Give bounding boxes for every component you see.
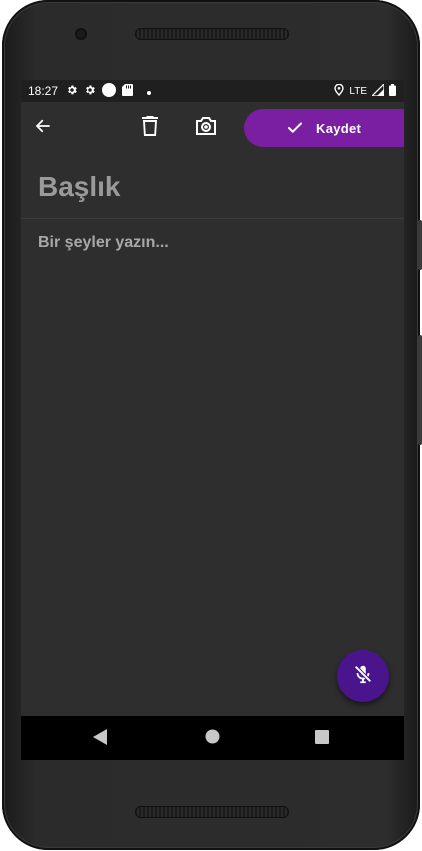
- app-bar: Kaydet: [21, 102, 404, 152]
- power-button: [418, 220, 422, 270]
- arrow-left-icon: [34, 117, 52, 140]
- nav-back-button[interactable]: [89, 728, 111, 750]
- status-time: 18:27: [28, 84, 59, 98]
- title-input[interactable]: [36, 168, 390, 206]
- screen: 18:27 LTE Kaydet Başlık Bir şeyler yazın…: [21, 80, 404, 760]
- circle-icon: [102, 82, 117, 100]
- bottom-speaker: [135, 806, 289, 818]
- network-type: LTE: [349, 85, 367, 97]
- gear-icon: [66, 84, 78, 99]
- location-icon: [334, 83, 345, 99]
- status-bar: 18:27 LTE: [21, 80, 404, 102]
- camera-button[interactable]: [189, 111, 223, 145]
- nav-home-icon: [205, 729, 220, 749]
- camera-icon: [195, 116, 217, 140]
- dot-icon: [147, 84, 152, 98]
- gear-icon: [84, 84, 96, 99]
- delete-button[interactable]: [133, 111, 167, 145]
- save-button[interactable]: Kaydet: [244, 109, 404, 147]
- battery-icon: [389, 83, 396, 99]
- front-camera: [75, 28, 87, 40]
- nav-recents-icon: [315, 729, 329, 749]
- sd-card-icon: [122, 83, 134, 99]
- nav-back-icon: [93, 728, 107, 750]
- phone-frame: 18:27 LTE Kaydet Başlık Bir şeyler yazın…: [2, 0, 422, 850]
- title-field-container: [21, 158, 404, 219]
- system-nav-bar: [21, 716, 404, 760]
- nav-home-button[interactable]: [201, 728, 223, 750]
- volume-button: [418, 335, 422, 445]
- trash-icon: [141, 115, 159, 141]
- mic-off-icon: [352, 663, 374, 690]
- back-button[interactable]: [26, 111, 60, 145]
- check-icon: [288, 122, 302, 133]
- top-speaker: [135, 28, 289, 40]
- mic-fab-button[interactable]: [337, 650, 389, 702]
- signal-icon: [370, 82, 385, 99]
- nav-recents-button[interactable]: [311, 728, 333, 750]
- note-body-input[interactable]: [36, 232, 395, 636]
- save-label: Kaydet: [316, 120, 362, 136]
